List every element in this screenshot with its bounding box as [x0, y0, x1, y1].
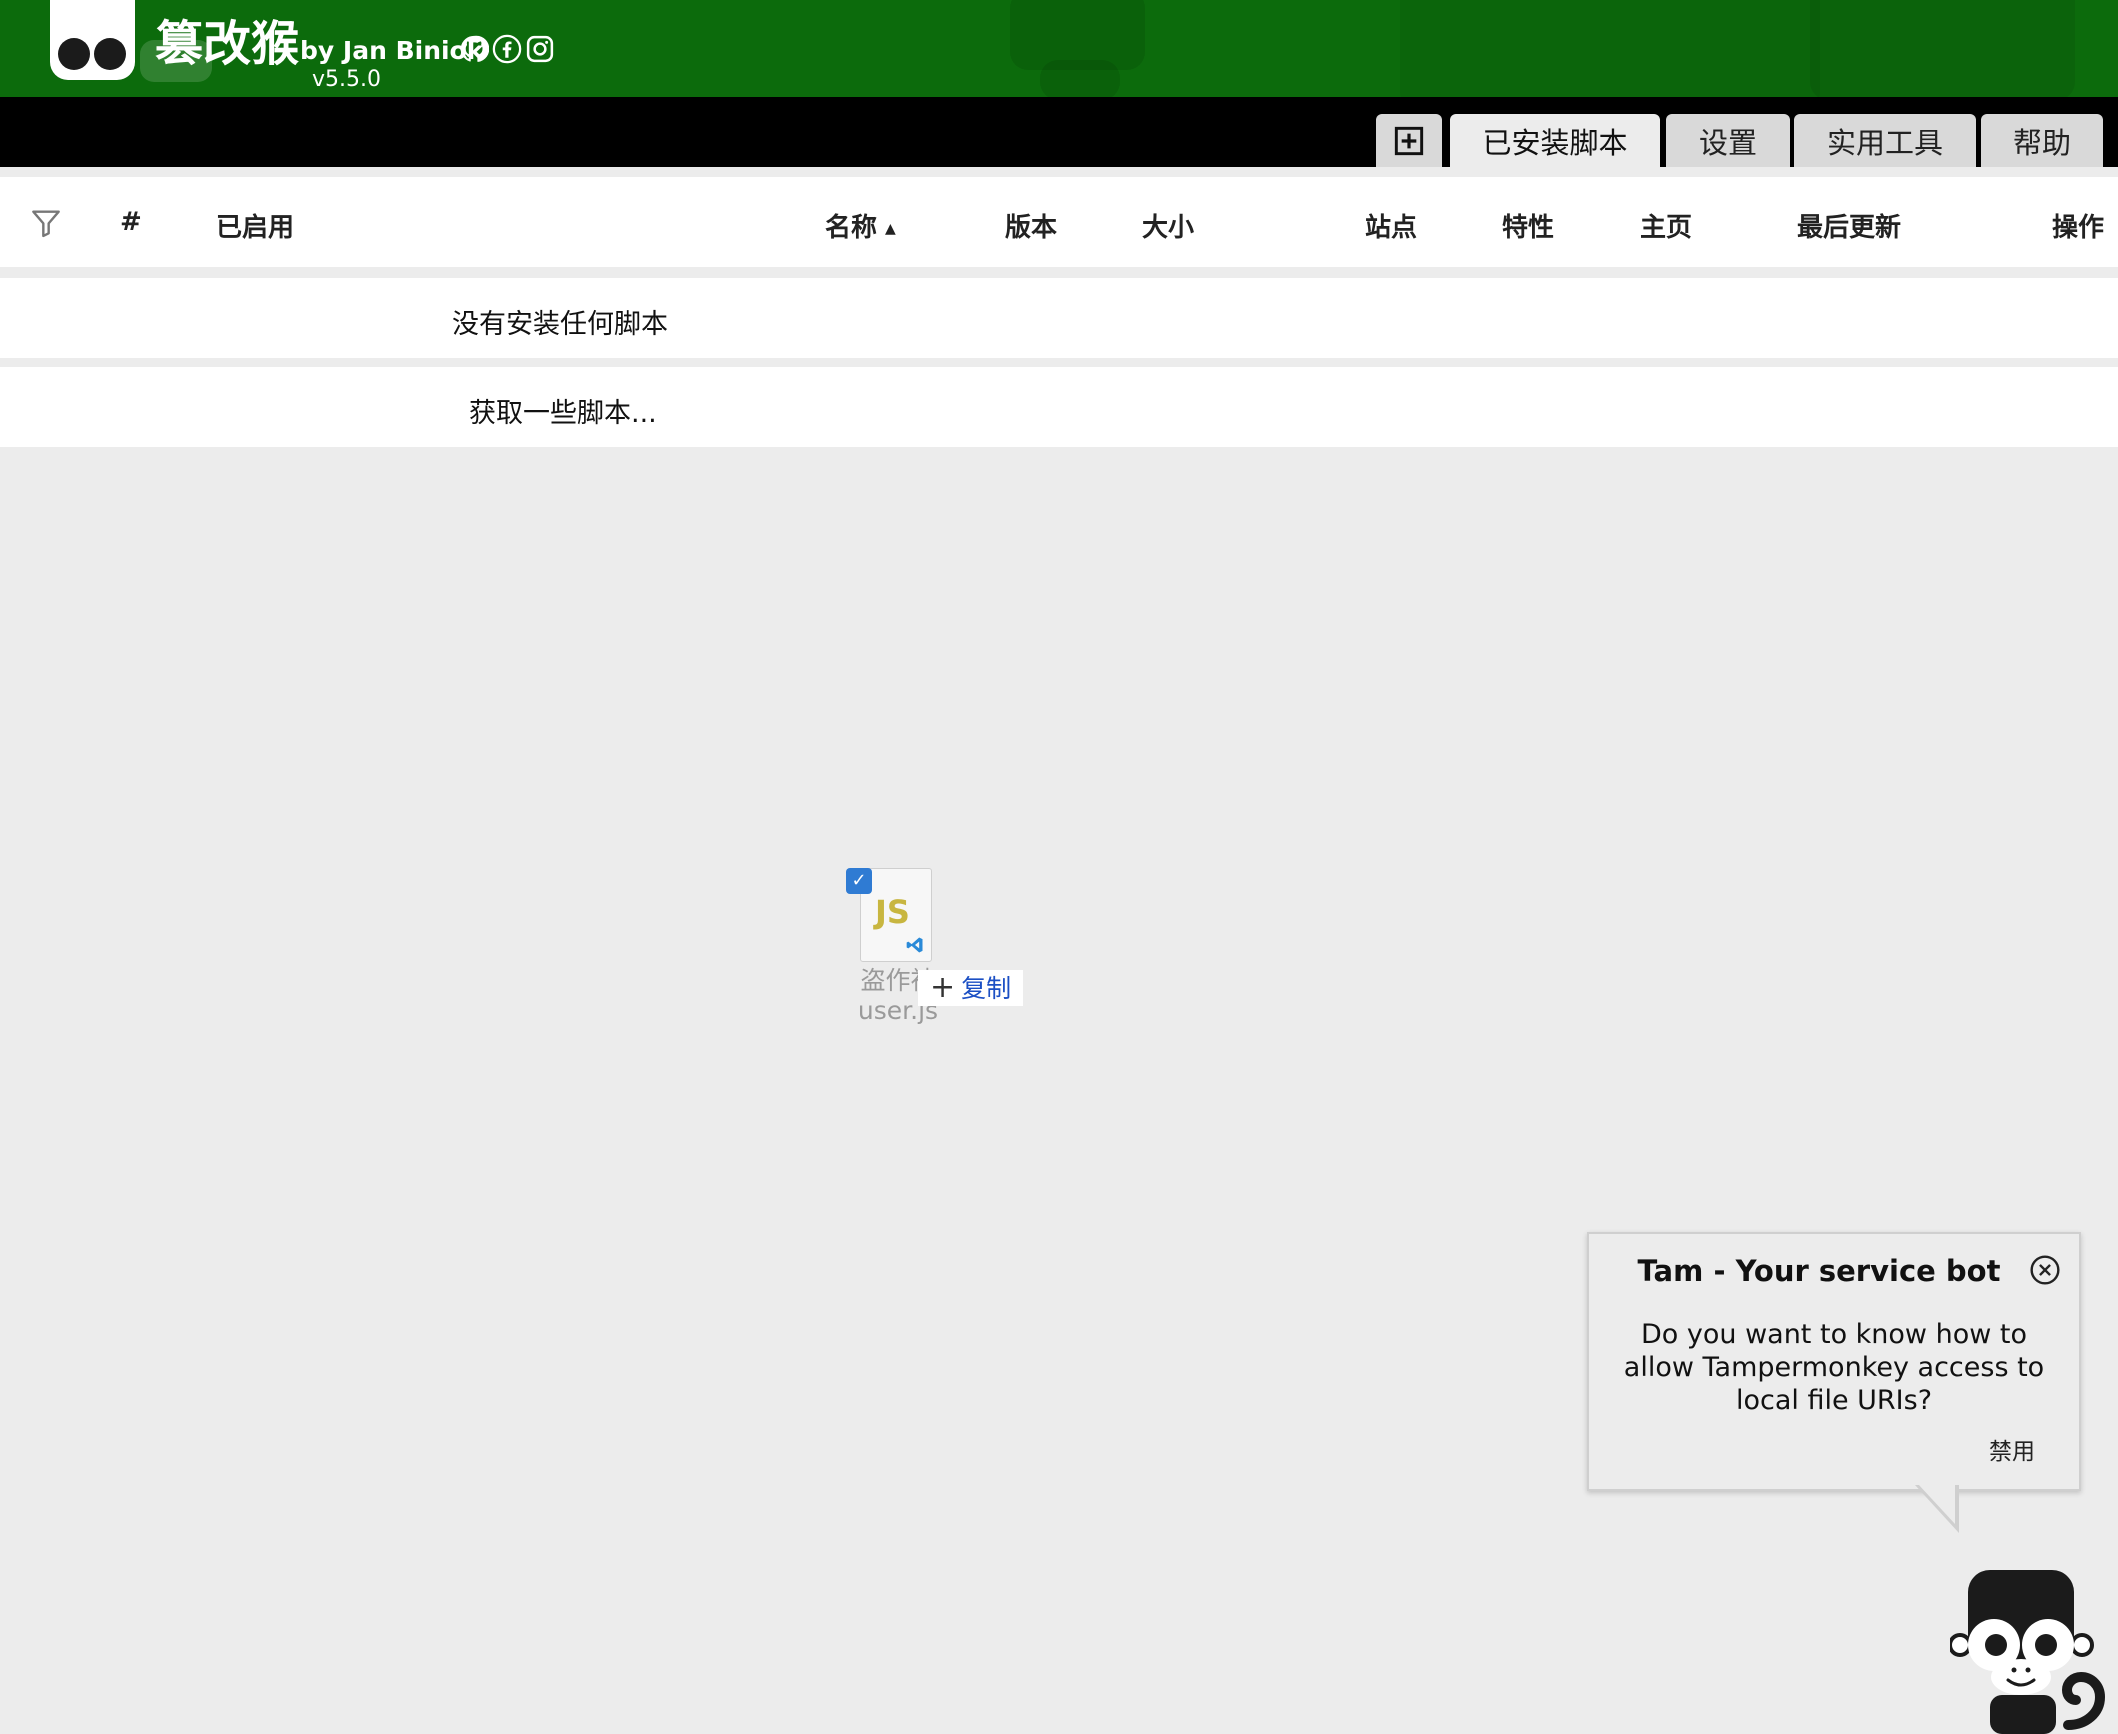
- new-script-button[interactable]: [1376, 114, 1442, 167]
- plus-square-icon: [1394, 126, 1424, 155]
- filter-icon[interactable]: [30, 207, 62, 239]
- copy-label: 复制: [961, 974, 1012, 1003]
- instagram-icon[interactable]: [525, 34, 555, 64]
- column-features[interactable]: 特性: [1502, 207, 1554, 244]
- header-ghost-bg: [1040, 60, 1120, 97]
- drag-copy-badge: + 复制: [918, 970, 1024, 1006]
- tab-installed-scripts[interactable]: 已安装脚本: [1450, 114, 1660, 167]
- get-scripts-link[interactable]: 获取一些脚本...: [469, 391, 657, 430]
- close-icon[interactable]: [2029, 1254, 2061, 1286]
- dragged-js-file[interactable]: JS ✓ 盗作神 user.js + 复制: [842, 866, 1024, 1036]
- facebook-icon[interactable]: [492, 34, 522, 64]
- tab-utilities[interactable]: 实用工具: [1794, 114, 1976, 167]
- js-file-label: JS: [875, 893, 910, 931]
- tab-help[interactable]: 帮助: [1981, 114, 2103, 167]
- table-row-empty: 没有安装任何脚本: [0, 278, 2118, 358]
- service-bot-title: Tam - Your service bot: [1637, 1254, 2001, 1288]
- column-actions[interactable]: 操作: [2052, 207, 2104, 244]
- column-version[interactable]: 版本: [1005, 207, 1057, 244]
- empty-message: 没有安装任何脚本: [452, 309, 668, 340]
- table-row-get-scripts: 获取一些脚本...: [0, 367, 2118, 447]
- column-sites[interactable]: 站点: [1365, 207, 1417, 244]
- app-header: 篡改猴 by Jan Biniok v5.5.0: [0, 0, 2118, 97]
- service-bot-dialog: Tam - Your service bot Do you want to kn…: [1587, 1232, 2081, 1491]
- app-version: v5.5.0: [312, 67, 381, 92]
- tampermonkey-logo[interactable]: [50, 0, 135, 80]
- file-selected-checkbox: ✓: [846, 868, 872, 894]
- header-ghost-bg: [1400, 0, 1820, 97]
- speech-bubble-tail-fill: [1918, 1484, 1955, 1524]
- app-title: 篡改猴: [155, 16, 300, 72]
- plus-icon: +: [930, 970, 956, 1005]
- tab-bar: 已安装脚本 设置 实用工具 帮助: [0, 97, 2118, 167]
- sort-ascending-icon: ▲: [885, 220, 896, 237]
- tab-settings[interactable]: 设置: [1666, 114, 1790, 167]
- header-ghost-bg: [1810, 0, 2075, 97]
- column-last-updated[interactable]: 最后更新: [1797, 207, 1901, 244]
- column-number[interactable]: #: [120, 207, 142, 237]
- github-icon[interactable]: [459, 34, 490, 64]
- column-homepage[interactable]: 主页: [1640, 207, 1692, 244]
- column-enabled[interactable]: 已启用: [216, 207, 294, 244]
- monkey-mascot-icon[interactable]: [1950, 1565, 2118, 1734]
- vscode-icon: [906, 937, 923, 953]
- column-name[interactable]: 名称 ▲: [825, 207, 896, 244]
- app-author: by Jan Biniok: [300, 36, 484, 65]
- column-name-label: 名称: [825, 213, 878, 243]
- scripts-table-header: # 已启用 名称 ▲ 版本 大小 站点 特性 主页 最后更新 操作: [0, 177, 2118, 267]
- logo-eye-left: [58, 38, 90, 70]
- column-size[interactable]: 大小: [1142, 207, 1194, 244]
- disable-button[interactable]: 禁用: [1989, 1432, 2035, 1466]
- service-bot-message: Do you want to know how to allow Tamperm…: [1623, 1319, 2045, 1416]
- logo-eye-right: [94, 38, 126, 70]
